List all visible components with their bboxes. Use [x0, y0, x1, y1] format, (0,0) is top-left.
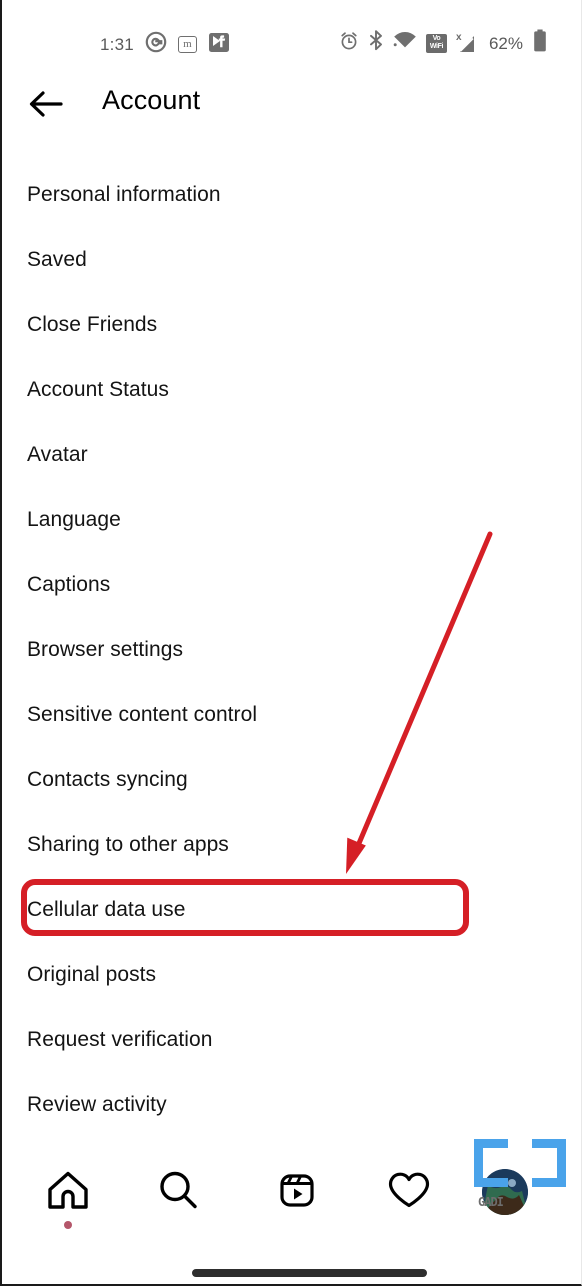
- list-item[interactable]: Request verification: [2, 1007, 581, 1072]
- home-notification-dot: [64, 1221, 72, 1229]
- list-item[interactable]: Contacts syncing: [2, 747, 581, 812]
- settings-list[interactable]: Personal information Saved Close Friends Ac…: [2, 142, 581, 1147]
- list-item-label: Avatar: [27, 442, 88, 466]
- alarm-icon: [339, 31, 359, 56]
- heart-icon: [388, 1172, 430, 1208]
- list-item-label: Contacts syncing: [27, 767, 188, 791]
- list-item[interactable]: Cellular data use: [2, 877, 581, 942]
- list-item[interactable]: Saved: [2, 227, 581, 292]
- list-item-label: Cellular data use: [27, 897, 186, 921]
- back-button[interactable]: [24, 82, 68, 126]
- status-bar: 1:31 m Vo WiFi x 62%: [2, 0, 581, 66]
- list-item-label: Language: [27, 507, 121, 531]
- battery-icon: [533, 29, 547, 57]
- avatar: [482, 1169, 528, 1215]
- app-header: Account: [2, 66, 581, 142]
- bottom-navigation-bar: [2, 1147, 581, 1257]
- home-icon: [48, 1171, 88, 1209]
- list-item[interactable]: Branded content: [2, 1137, 581, 1147]
- list-item-label: Close Friends: [27, 312, 158, 336]
- search-icon: [160, 1171, 197, 1209]
- gmail-icon: m: [177, 36, 197, 53]
- cellular-signal-x-icon: x: [456, 32, 480, 54]
- list-item-label: Sensitive content control: [27, 702, 258, 726]
- reels-icon: [280, 1174, 314, 1207]
- list-item[interactable]: Language: [2, 487, 581, 552]
- list-item[interactable]: Captions: [2, 552, 581, 617]
- nav-home-button[interactable]: [33, 1159, 103, 1221]
- list-item[interactable]: Account Status: [2, 357, 581, 422]
- list-item-label: Request verification: [27, 1027, 213, 1051]
- list-item[interactable]: Close Friends: [2, 292, 581, 357]
- list-item-label: Review activity: [27, 1092, 167, 1116]
- status-bar-left-group: 1:31 m: [100, 31, 230, 58]
- nav-activity-button[interactable]: [374, 1159, 444, 1221]
- list-item[interactable]: Sensitive content control: [2, 682, 581, 747]
- list-item[interactable]: Sharing to other apps: [2, 812, 581, 877]
- status-bar-clock: 1:31: [100, 35, 134, 54]
- arrow-left-icon: [29, 91, 63, 117]
- list-item-label: Personal information: [27, 182, 221, 206]
- list-item[interactable]: Review activity: [2, 1072, 581, 1137]
- battery-percentage-label: 62%: [488, 33, 523, 53]
- nav-search-button[interactable]: [143, 1159, 213, 1221]
- bluetooth-icon: [368, 30, 384, 56]
- vowifi-icon: Vo WiFi: [425, 33, 447, 53]
- list-item[interactable]: Original posts: [2, 942, 581, 1007]
- phone-screenshot: 1:31 m Vo WiFi x 62% Account Personal in…: [0, 0, 582, 1286]
- nav-profile-button[interactable]: [457, 1159, 528, 1221]
- facebook-icon: [208, 32, 230, 58]
- nav-reels-button[interactable]: [262, 1159, 332, 1221]
- list-item[interactable]: Personal information: [2, 162, 581, 227]
- list-item-label: Account Status: [27, 377, 169, 401]
- google-icon: [145, 31, 167, 58]
- list-item[interactable]: Avatar: [2, 422, 581, 487]
- home-indicator-bar: [192, 1269, 427, 1277]
- list-item-label: Original posts: [27, 962, 157, 986]
- status-bar-right-group: Vo WiFi x 62%: [339, 29, 547, 57]
- list-item-label: Sharing to other apps: [27, 832, 229, 856]
- list-item-label: Browser settings: [27, 637, 184, 661]
- list-item-label: Saved: [27, 247, 87, 271]
- list-item[interactable]: Browser settings: [2, 617, 581, 682]
- wifi-icon: [393, 31, 417, 55]
- list-item-label: Captions: [27, 572, 111, 596]
- page-title: Account: [102, 85, 201, 115]
